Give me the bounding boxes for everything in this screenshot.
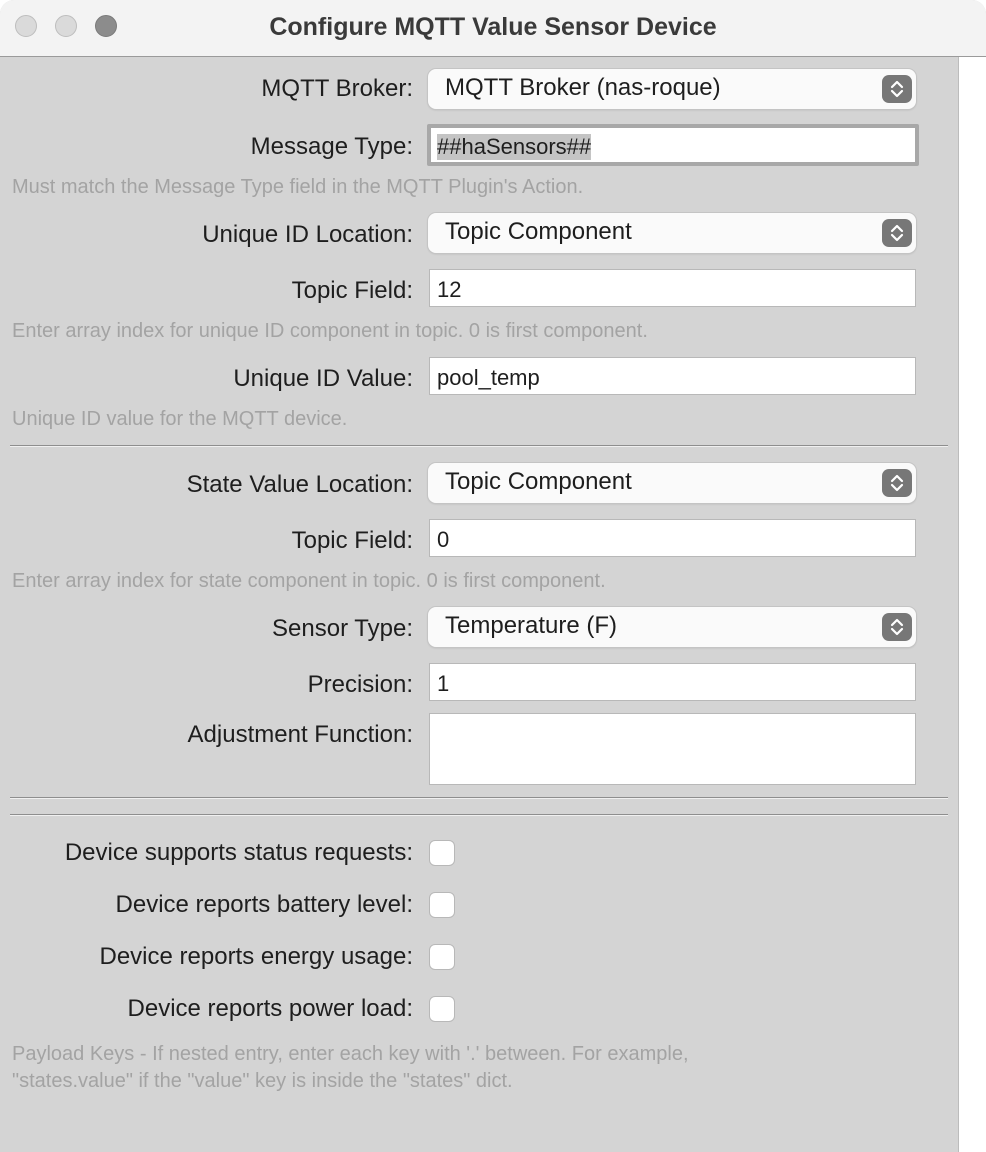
state-location-label: State Value Location: [186, 471, 413, 498]
separator [10, 445, 948, 447]
payload-keys-hint-line1: Payload Keys - If nested entry, enter ea… [12, 1043, 689, 1065]
uid-value-value: pool_temp [437, 365, 540, 390]
chevron-updown-icon [882, 613, 912, 641]
sensor-type-label: Sensor Type: [272, 615, 413, 642]
energy-usage-checkbox[interactable] [429, 944, 455, 970]
window-title: Configure MQTT Value Sensor Device [269, 13, 717, 41]
precision-input[interactable]: 1 [429, 663, 916, 701]
uid-topic-field-input[interactable]: 12 [429, 269, 916, 307]
uid-topic-field-hint: Enter array index for unique ID componen… [12, 320, 648, 342]
adjustment-textarea[interactable] [429, 713, 916, 785]
message-type-hint: Must match the Message Type field in the… [12, 176, 584, 198]
power-load-checkbox[interactable] [429, 996, 455, 1022]
message-type-field[interactable]: ##haSensors## [427, 124, 919, 166]
chevron-updown-icon [882, 219, 912, 247]
uid-location-popup[interactable]: Topic Component [428, 213, 916, 253]
message-type-label: Message Type: [250, 133, 413, 160]
uid-value-hint: Unique ID value for the MQTT device. [12, 408, 348, 430]
state-location-popup[interactable]: Topic Component [428, 463, 916, 503]
broker-popup-value: MQTT Broker (nas-roque) [445, 74, 721, 101]
separator [10, 797, 948, 799]
broker-label: MQTT Broker: [261, 75, 413, 102]
status-requests-label: Device supports status requests: [64, 839, 413, 866]
payload-keys-hint-line2: "states.value" if the "value" key is ins… [12, 1070, 513, 1092]
battery-level-label: Device reports battery level: [115, 891, 413, 918]
uid-location-popup-value: Topic Component [445, 218, 632, 245]
energy-usage-label: Device reports energy usage: [99, 943, 414, 970]
uid-topic-field-label: Topic Field: [291, 277, 413, 304]
state-topic-field-label: Topic Field: [291, 527, 413, 554]
chevron-updown-icon [882, 75, 912, 103]
state-location-popup-value: Topic Component [445, 468, 632, 495]
status-requests-checkbox[interactable] [429, 840, 455, 866]
power-load-label: Device reports power load: [127, 995, 413, 1022]
state-topic-field-value: 0 [437, 527, 450, 552]
battery-level-checkbox[interactable] [429, 892, 455, 918]
precision-label: Precision: [307, 671, 413, 698]
state-topic-field-input[interactable]: 0 [429, 519, 916, 557]
uid-topic-field-value: 12 [437, 277, 462, 302]
precision-value: 1 [437, 671, 450, 696]
title-bar: Configure MQTT Value Sensor Device [0, 0, 986, 57]
uid-location-label: Unique ID Location: [202, 221, 413, 248]
sensor-type-popup-value: Temperature (F) [445, 612, 618, 639]
adjustment-label: Adjustment Function: [187, 721, 413, 748]
broker-popup[interactable]: MQTT Broker (nas-roque) [428, 69, 916, 109]
message-type-value: ##haSensors## [437, 134, 592, 160]
window-edge-strip [958, 57, 986, 1152]
uid-value-label: Unique ID Value: [233, 365, 413, 392]
sensor-type-popup[interactable]: Temperature (F) [428, 607, 916, 647]
chevron-updown-icon [882, 469, 912, 497]
uid-value-input[interactable]: pool_temp [429, 357, 916, 395]
separator [10, 814, 948, 816]
state-topic-field-hint: Enter array index for state component in… [12, 570, 606, 592]
dialog-window: Configure MQTT Value Sensor Device MQTT … [0, 0, 986, 1152]
